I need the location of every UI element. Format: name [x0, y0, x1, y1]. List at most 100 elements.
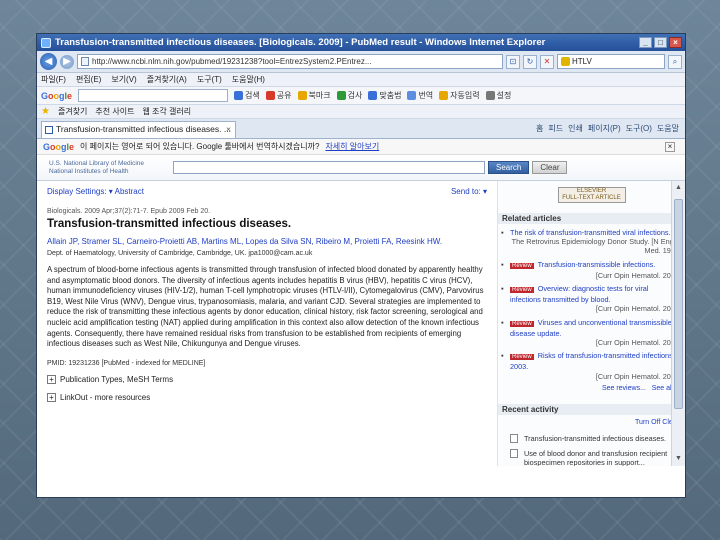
scroll-down-icon[interactable]: ▼	[672, 452, 685, 466]
document-icon	[510, 449, 518, 459]
display-row: Display Settings: ▾ Abstract Send to: ▾	[47, 187, 487, 196]
spellcheck-icon	[368, 91, 378, 100]
menu-favorites[interactable]: 즐겨찾기(A)	[147, 74, 187, 85]
google-logo-small: Google	[43, 141, 75, 152]
see-reviews-link[interactable]: See reviews...	[602, 385, 646, 392]
gbar-autofill[interactable]: 자동입력	[439, 90, 480, 101]
expander-linkout[interactable]: + LinkOut - more resources	[47, 392, 487, 402]
favorites-bar: ★ 즐겨찾기 추천 사이트 웹 조각 갤러리	[37, 105, 685, 119]
related-articles-heading: Related articles	[498, 213, 685, 224]
expand-plus-icon: +	[47, 374, 56, 384]
abstract-text: A spectrum of blood-borne infectious age…	[47, 265, 484, 349]
check-icon	[336, 91, 346, 100]
favorites-item-suggested[interactable]: 추천 사이트	[95, 106, 134, 117]
help-icon[interactable]: 도움말	[657, 123, 679, 134]
pubmed-header: U.S. National Library of Medicine Nation…	[37, 155, 685, 181]
article-main: Display Settings: ▾ Abstract Send to: ▾ …	[37, 181, 497, 466]
tools-menu[interactable]: 도구(O)	[626, 123, 652, 134]
address-bar: ◀ ▶ http://www.ncbi.nlm.nih.gov/pubmed/1…	[37, 51, 685, 73]
nlm-logo[interactable]: U.S. National Library of Medicine Nation…	[37, 160, 169, 176]
review-badge: Review	[510, 320, 534, 327]
gbar-bookmark[interactable]: 북마크	[297, 90, 331, 101]
translate-icon	[407, 91, 417, 100]
vertical-scrollbar[interactable]: ▲ ▼	[671, 181, 685, 466]
see-links: See reviews... See all...	[498, 385, 685, 392]
title-bar: Transfusion-transmitted infectious disea…	[37, 34, 685, 51]
review-badge: Review	[510, 354, 534, 361]
recent-item[interactable]: Use of blood donor and transfusion recip…	[498, 449, 685, 466]
back-button[interactable]: ◀	[40, 53, 57, 70]
translate-bar: Google 이 페이지는 영어로 되어 있습니다. Google 툴바에서 번…	[37, 139, 685, 155]
expander-mesh[interactable]: + Publication Types, MeSH Terms	[47, 374, 487, 384]
menu-bar: 파일(F) 편집(E) 보기(V) 즐겨찾기(A) 도구(T) 도움말(H)	[37, 73, 685, 87]
wrench-icon	[485, 91, 495, 100]
menu-file[interactable]: 파일(F)	[41, 74, 66, 85]
scroll-thumb[interactable]	[674, 199, 683, 409]
review-badge: Review	[510, 287, 534, 294]
close-translate-icon[interactable]: ×	[665, 141, 675, 152]
close-icon[interactable]: ×	[669, 37, 682, 48]
recent-activity-controls[interactable]: Turn Off Clear	[498, 419, 685, 426]
search-field[interactable]: HTLV	[557, 54, 665, 69]
pmid: PMID: 19231236 [PubMed - indexed for MED…	[47, 359, 206, 367]
minimize-icon[interactable]: _	[639, 37, 652, 48]
translate-learn-more-link[interactable]: 자세히 알아보기	[325, 141, 379, 152]
author-list[interactable]: Allain JP, Stramer SL, Carneiro-Proietti…	[47, 237, 487, 246]
page-menu[interactable]: 페이지(P)	[588, 123, 621, 134]
gbar-check[interactable]: 검사	[336, 90, 362, 101]
favorites-item-webslice[interactable]: 웹 조각 갤러리	[142, 106, 191, 117]
sidebar: ELSEVIER FULL-TEXT ARTICLE Related artic…	[497, 181, 685, 466]
print-icon[interactable]: 인쇄	[568, 123, 583, 134]
favorites-label[interactable]: 즐겨찾기	[58, 106, 87, 117]
recent-item[interactable]: Transfusion-transmitted infectious disea…	[498, 433, 685, 449]
menu-edit[interactable]: 편집(E)	[76, 74, 101, 85]
ie-icon	[41, 37, 51, 48]
recent-activity-heading: Recent activity	[498, 403, 685, 415]
tab-label: Transfusion-transmitted infectious disea…	[56, 124, 231, 134]
clear-button[interactable]: Clear	[532, 161, 568, 174]
gbar-settings[interactable]: 설정	[485, 90, 511, 101]
menu-view[interactable]: 보기(V)	[111, 74, 136, 85]
feed-icon[interactable]: 피드	[548, 123, 563, 134]
review-badge: Review	[510, 262, 534, 269]
command-bar: 홈 피드 인쇄 페이지(P) 도구(O) 도움말	[536, 123, 685, 138]
bookmark-star-icon	[297, 91, 307, 100]
pubmed-search-input[interactable]	[173, 161, 485, 174]
send-to-link[interactable]: Send to: ▾	[451, 187, 487, 196]
related-article[interactable]: ▪ Review Risks of transfusion-transmitte…	[498, 351, 685, 385]
forward-button[interactable]: ▶	[60, 54, 74, 69]
google-logo: Google	[41, 90, 73, 101]
gbar-search[interactable]: 검색	[234, 90, 260, 101]
menu-help[interactable]: 도움말(H)	[232, 74, 265, 85]
gbar-share[interactable]: 공유	[265, 90, 292, 101]
related-article[interactable]: ▪ The risk of transfusion-transmitted vi…	[498, 228, 685, 260]
home-icon[interactable]: 홈	[536, 123, 543, 134]
search-provider-icon	[561, 57, 570, 66]
related-article[interactable]: ▪ Review Viruses and unconventional tran…	[498, 318, 685, 352]
refresh-icon[interactable]: ↻	[523, 54, 537, 69]
tab-pubmed[interactable]: Transfusion-transmitted infectious disea…	[41, 121, 236, 138]
tab-favicon	[45, 126, 53, 134]
citation: Biologicals. 2009 Apr;37(2):71-7. Epub 2…	[47, 208, 211, 215]
url-field[interactable]: http://www.ncbi.nlm.nih.gov/pubmed/19231…	[77, 54, 503, 69]
search-icon[interactable]: ⌕	[668, 54, 682, 69]
gbar-translate[interactable]: 번역	[407, 90, 433, 101]
compat-icon[interactable]: ⊡	[506, 54, 520, 69]
related-article[interactable]: ▪ Review Transfusion-transmissible infec…	[498, 260, 685, 284]
stop-icon[interactable]: ✕	[540, 54, 554, 69]
browser-window: Transfusion-transmitted infectious disea…	[36, 33, 686, 498]
publisher-logo[interactable]: ELSEVIER FULL-TEXT ARTICLE	[557, 187, 626, 203]
gbar-spell[interactable]: 맞춤법	[368, 90, 401, 101]
display-settings-link[interactable]: Display Settings: ▾ Abstract	[47, 187, 144, 196]
search-button[interactable]: Search	[488, 161, 530, 174]
tab-close-icon[interactable]: ×	[226, 122, 231, 137]
page-content: U.S. National Library of Medicine Nation…	[37, 155, 685, 466]
scroll-up-icon[interactable]: ▲	[672, 181, 685, 195]
menu-tools[interactable]: 도구(T)	[197, 74, 222, 85]
related-article[interactable]: ▪ Review Overview: diagnostic tests for …	[498, 284, 685, 318]
magnifier-icon	[234, 91, 244, 100]
window-title: Transfusion-transmitted infectious disea…	[55, 37, 546, 48]
maximize-icon[interactable]: □	[654, 37, 667, 48]
favorites-star-icon[interactable]: ★	[41, 106, 50, 117]
google-search-input[interactable]	[78, 89, 229, 102]
